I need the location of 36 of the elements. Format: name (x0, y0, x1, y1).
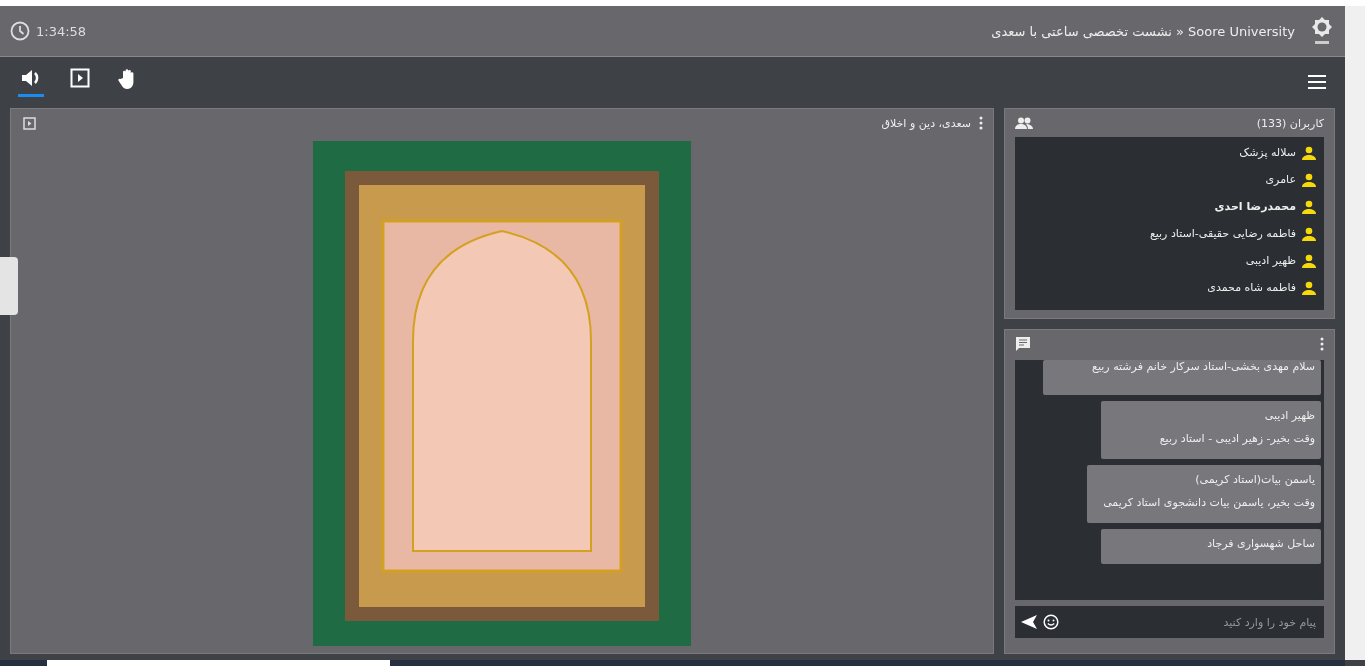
more-icon[interactable] (1320, 337, 1324, 351)
user-icon (1302, 280, 1316, 295)
message-sender: ساحل شهسواری فرجاد (1207, 537, 1315, 550)
user-icon (1302, 226, 1316, 241)
users-panel-title: کاربران (133) (1256, 116, 1324, 130)
user-icon (1302, 199, 1316, 214)
message-sender: یاسمن بیات(استاد کریمی) (1195, 473, 1315, 486)
message-sender: ظهیر ادیبی (1264, 409, 1315, 422)
window-title: Soore University « نشست تخصصی ساعتی با سعدی (991, 23, 1295, 39)
users-icon (1015, 117, 1033, 129)
chat-icon (1015, 336, 1031, 352)
smiley-icon[interactable] (1043, 614, 1059, 630)
user-name[interactable]: ظهیر ادیبی (1245, 254, 1296, 267)
scrollbar[interactable] (1345, 6, 1365, 660)
message-text: وقت بخیر، یاسمن بیات دانشجوی استاد کریمی (1103, 496, 1315, 509)
more-icon[interactable] (979, 116, 983, 130)
message-input[interactable]: پیام خود را وارد کنید (1065, 614, 1318, 630)
play-box-icon (70, 68, 90, 88)
user-name[interactable]: عامری (1265, 173, 1296, 186)
send-icon[interactable] (1021, 615, 1037, 629)
chat-input-field[interactable]: پیام خود را وارد کنید (1015, 606, 1324, 638)
message-text: وقت بخیر- زهیر ادیبی - استاد ربیع (1159, 432, 1315, 445)
session-timer: 1:34:58 (36, 23, 87, 39)
user-name[interactable]: فاطمه رضایی حقیقی-استاد ربیع (1149, 227, 1296, 240)
user-icon (1302, 172, 1316, 187)
play-box-icon[interactable] (23, 116, 36, 130)
side-drawer-handle[interactable] (0, 257, 18, 315)
clock-icon (10, 21, 30, 41)
user-name[interactable]: سلاله پزشک (1239, 146, 1296, 159)
message-text: سلام مهدی بخشی-استاد سرکار خانم فرشته ربیع (1092, 360, 1315, 373)
user-icon (1302, 253, 1316, 268)
presentation-title: سعدی، دین و اخلاق (881, 116, 971, 130)
menu-icon[interactable] (1307, 73, 1327, 90)
user-icon (1302, 145, 1316, 160)
user-name[interactable]: محمدرضا احدی (1214, 200, 1296, 213)
user-name[interactable]: فاطمه شاه محمدی (1207, 281, 1296, 294)
